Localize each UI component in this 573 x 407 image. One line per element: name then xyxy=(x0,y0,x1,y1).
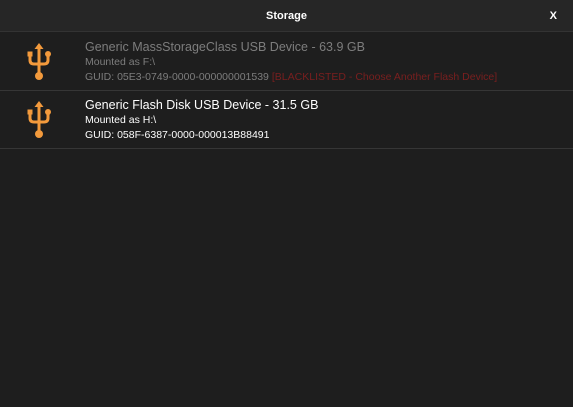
device-guid-line: GUID: 05E3-0749-0000-000000001539 [BLACKL… xyxy=(85,70,567,85)
device-guid: GUID: 05E3-0749-0000-000000001539 xyxy=(85,71,269,83)
device-info: Generic MassStorageClass USB Device - 63… xyxy=(85,39,567,85)
window-title: Storage xyxy=(266,10,307,22)
device-row-flash-disk[interactable]: Generic Flash Disk USB Device - 31.5 GB … xyxy=(0,91,573,149)
device-name: Generic MassStorageClass USB Device - 63… xyxy=(85,40,365,54)
device-guid: GUID: 058F-6387-0000-000013B88491 xyxy=(85,129,270,141)
storage-window: Storage X Generic MassStorageClass USB D… xyxy=(0,0,573,407)
device-mount: Mounted as H:\ xyxy=(85,114,157,126)
device-row-blacklisted: Generic MassStorageClass USB Device - 63… xyxy=(0,33,573,91)
title-bar: Storage X xyxy=(0,0,573,32)
device-mount: Mounted as F:\ xyxy=(85,56,156,68)
usb-icon xyxy=(27,101,51,138)
device-list: Generic MassStorageClass USB Device - 63… xyxy=(0,33,573,149)
close-button[interactable]: X xyxy=(550,0,557,32)
usb-icon xyxy=(27,43,51,80)
device-name: Generic Flash Disk USB Device - 31.5 GB xyxy=(85,98,319,112)
blacklist-warning: [BLACKLISTED - Choose Another Flash Devi… xyxy=(271,71,498,83)
device-info: Generic Flash Disk USB Device - 31.5 GB … xyxy=(85,97,567,143)
